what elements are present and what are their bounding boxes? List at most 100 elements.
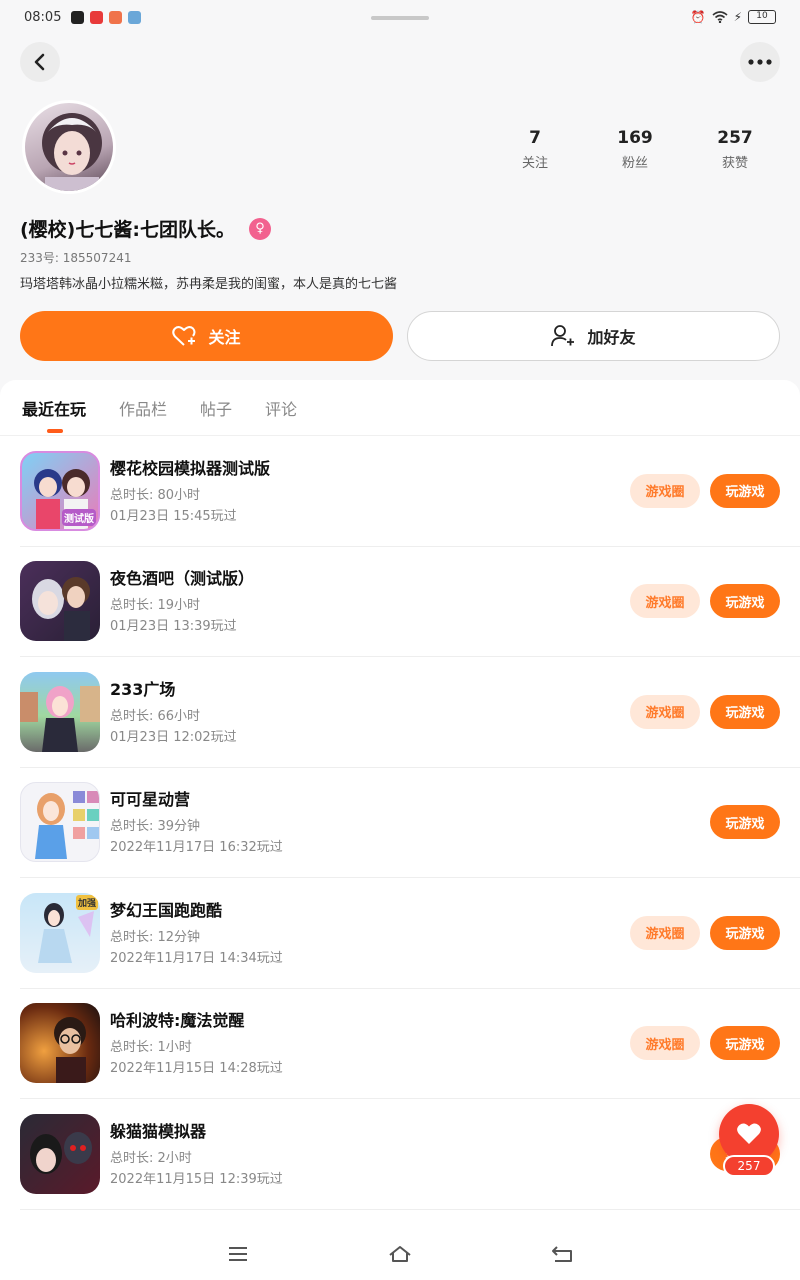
profile-content: 最近在玩 作品栏 帖子 评论 测试版 樱花校园模拟器测试版 总时长: 80小时 … <box>0 380 800 1280</box>
game-duration: 总时长: 2小时 <box>110 1150 192 1166</box>
game-icon-badge: 测试版 <box>62 508 96 526</box>
system-nav-bar <box>0 1228 800 1280</box>
game-name: 哈利波特:魔法觉醒 <box>110 1011 245 1031</box>
game-last-played: 01月23日 12:02玩过 <box>110 729 237 745</box>
charging-icon: ⚡ <box>733 10 742 24</box>
add-friend-button-label: 加好友 <box>587 328 636 347</box>
female-gender-icon: ♀ <box>248 217 271 240</box>
list-item[interactable]: 加强 梦幻王国跑跑酷 总时长: 12分钟 2022年11月17日 14:34玩过… <box>20 878 800 989</box>
list-item[interactable]: 233广场 总时长: 66小时 01月23日 12:02玩过 游戏圈 玩游戏 <box>20 657 800 768</box>
game-name: 梦幻王国跑跑酷 <box>110 900 223 920</box>
play-game-button[interactable]: 玩游戏 <box>710 584 780 619</box>
tab-posts[interactable]: 帖子 <box>200 396 232 420</box>
play-game-button[interactable]: 玩游戏 <box>710 694 780 729</box>
game-name: 夜色酒吧（测试版） <box>110 569 255 589</box>
game-duration: 总时长: 12分钟 <box>110 929 201 945</box>
game-last-played: 01月23日 15:45玩过 <box>110 508 237 524</box>
game-last-played: 01月23日 13:39玩过 <box>110 619 237 635</box>
game-duration: 总时长: 1小时 <box>110 1040 192 1056</box>
battery-icon: 10 <box>748 10 776 24</box>
game-circle-button[interactable]: 游戏圈 <box>630 473 700 508</box>
game-duration: 总时长: 39分钟 <box>110 819 201 835</box>
game-icon-badge: 加强 <box>75 894 98 910</box>
menu-nav-button[interactable] <box>218 1234 258 1274</box>
followers-label: 粉丝 <box>621 156 648 171</box>
app-notification-icon <box>90 10 104 24</box>
likes-label: 获赞 <box>721 156 748 171</box>
tiktok-notification-icon <box>71 10 85 24</box>
followers-count: 169 <box>617 128 653 148</box>
game-duration: 总时长: 66小时 <box>110 708 201 724</box>
stat-following[interactable]: 7 关注 <box>500 128 570 171</box>
following-count: 7 <box>529 128 541 148</box>
back-button[interactable] <box>20 42 60 82</box>
game-circle-button[interactable]: 游戏圈 <box>630 1026 700 1061</box>
list-item[interactable]: 可可星动营 总时长: 39分钟 2022年11月17日 16:32玩过 玩游戏 <box>20 768 800 878</box>
game-duration: 总时长: 80小时 <box>110 487 201 503</box>
list-item[interactable]: 测试版 樱花校园模拟器测试版 总时长: 80小时 01月23日 15:45玩过 … <box>20 436 800 547</box>
play-game-button[interactable]: 玩游戏 <box>710 473 780 508</box>
profile-tabs: 最近在玩 作品栏 帖子 评论 <box>0 380 800 436</box>
tab-recently-played[interactable]: 最近在玩 <box>22 396 86 433</box>
stat-followers[interactable]: 169 粉丝 <box>600 128 670 171</box>
app-notification-icon-2 <box>109 10 123 24</box>
return-icon <box>552 1246 572 1262</box>
game-last-played: 2022年11月15日 14:28玩过 <box>110 1061 283 1077</box>
game-icon[interactable] <box>20 1113 100 1194</box>
game-name: 233广场 <box>110 679 176 699</box>
game-last-played: 2022年11月17日 16:32玩过 <box>110 840 283 856</box>
following-label: 关注 <box>521 156 548 171</box>
heart-icon <box>737 1123 761 1144</box>
game-icon[interactable] <box>20 671 100 752</box>
menu-icon <box>229 1247 247 1261</box>
game-circle-button[interactable]: 游戏圈 <box>630 584 700 619</box>
tab-works[interactable]: 作品栏 <box>119 396 167 420</box>
alarm-icon: ⏰ <box>690 10 706 24</box>
game-circle-button[interactable]: 游戏圈 <box>630 694 700 729</box>
game-icon[interactable]: 加强 <box>20 892 100 973</box>
heart-plus-icon <box>172 326 196 346</box>
profile-bio: 玛塔塔韩冰晶小拉糯米糍，苏冉柔是我的闺蜜，本人是真的七七酱 <box>20 277 398 292</box>
game-circle-button[interactable]: 游戏圈 <box>630 915 700 950</box>
notification-icons <box>71 10 142 24</box>
game-name: 躲猫猫模拟器 <box>110 1121 207 1141</box>
wifi-icon <box>712 11 728 23</box>
recent-games-list: 测试版 樱花校园模拟器测试版 总时长: 80小时 01月23日 15:45玩过 … <box>0 436 800 1210</box>
status-time: 08:05 <box>24 9 62 25</box>
game-icon[interactable] <box>20 1003 100 1084</box>
play-game-button[interactable]: 玩游戏 <box>710 805 780 840</box>
game-icon[interactable] <box>20 561 100 642</box>
add-friend-button[interactable]: 加好友 <box>407 311 780 361</box>
tab-comments[interactable]: 评论 <box>265 396 297 420</box>
avatar[interactable] <box>22 100 116 194</box>
profile-uid: 233号: 185507241 <box>20 251 132 265</box>
game-name: 樱花校园模拟器测试版 <box>110 458 271 478</box>
top-handle <box>371 16 429 20</box>
play-game-button[interactable]: 玩游戏 <box>710 915 780 950</box>
game-icon[interactable] <box>20 782 100 863</box>
game-last-played: 2022年11月17日 14:34玩过 <box>110 950 283 966</box>
back-nav-button[interactable] <box>542 1234 582 1274</box>
more-button[interactable] <box>740 42 780 82</box>
list-item[interactable]: 夜色酒吧（测试版） 总时长: 19小时 01月23日 13:39玩过 游戏圈 玩… <box>20 547 800 657</box>
profile-stats: 7 关注 169 粉丝 257 获赞 <box>500 128 770 171</box>
home-icon <box>389 1246 411 1262</box>
status-bar: 08:05 ⏰ ⚡ 10 <box>0 0 800 34</box>
add-user-icon <box>551 325 575 347</box>
more-dots-icon <box>748 59 772 65</box>
game-icon[interactable]: 测试版 <box>20 450 100 531</box>
list-item[interactable]: 躲猫猫模拟器 总时长: 2小时 2022年11月15日 12:39玩过 玩游戏 <box>20 1099 800 1210</box>
game-last-played: 2022年11月15日 12:39玩过 <box>110 1171 283 1187</box>
profile-nickname: (樱校)七七酱:七团队长。 <box>20 219 235 241</box>
play-game-button[interactable]: 玩游戏 <box>710 1026 780 1061</box>
follow-button[interactable]: 关注 <box>20 311 393 361</box>
list-item[interactable]: 哈利波特:魔法觉醒 总时长: 1小时 2022年11月15日 14:28玩过 游… <box>20 989 800 1099</box>
stat-likes[interactable]: 257 获赞 <box>700 128 770 171</box>
home-nav-button[interactable] <box>380 1234 420 1274</box>
follow-button-label: 关注 <box>208 328 241 347</box>
game-duration: 总时长: 19小时 <box>110 598 201 614</box>
likes-count: 257 <box>717 128 753 148</box>
avatar-image <box>42 113 102 191</box>
profile-nickname-row: (樱校)七七酱:七团队长。 ♀ <box>20 215 271 242</box>
like-count-badge: 257 <box>723 1155 775 1177</box>
